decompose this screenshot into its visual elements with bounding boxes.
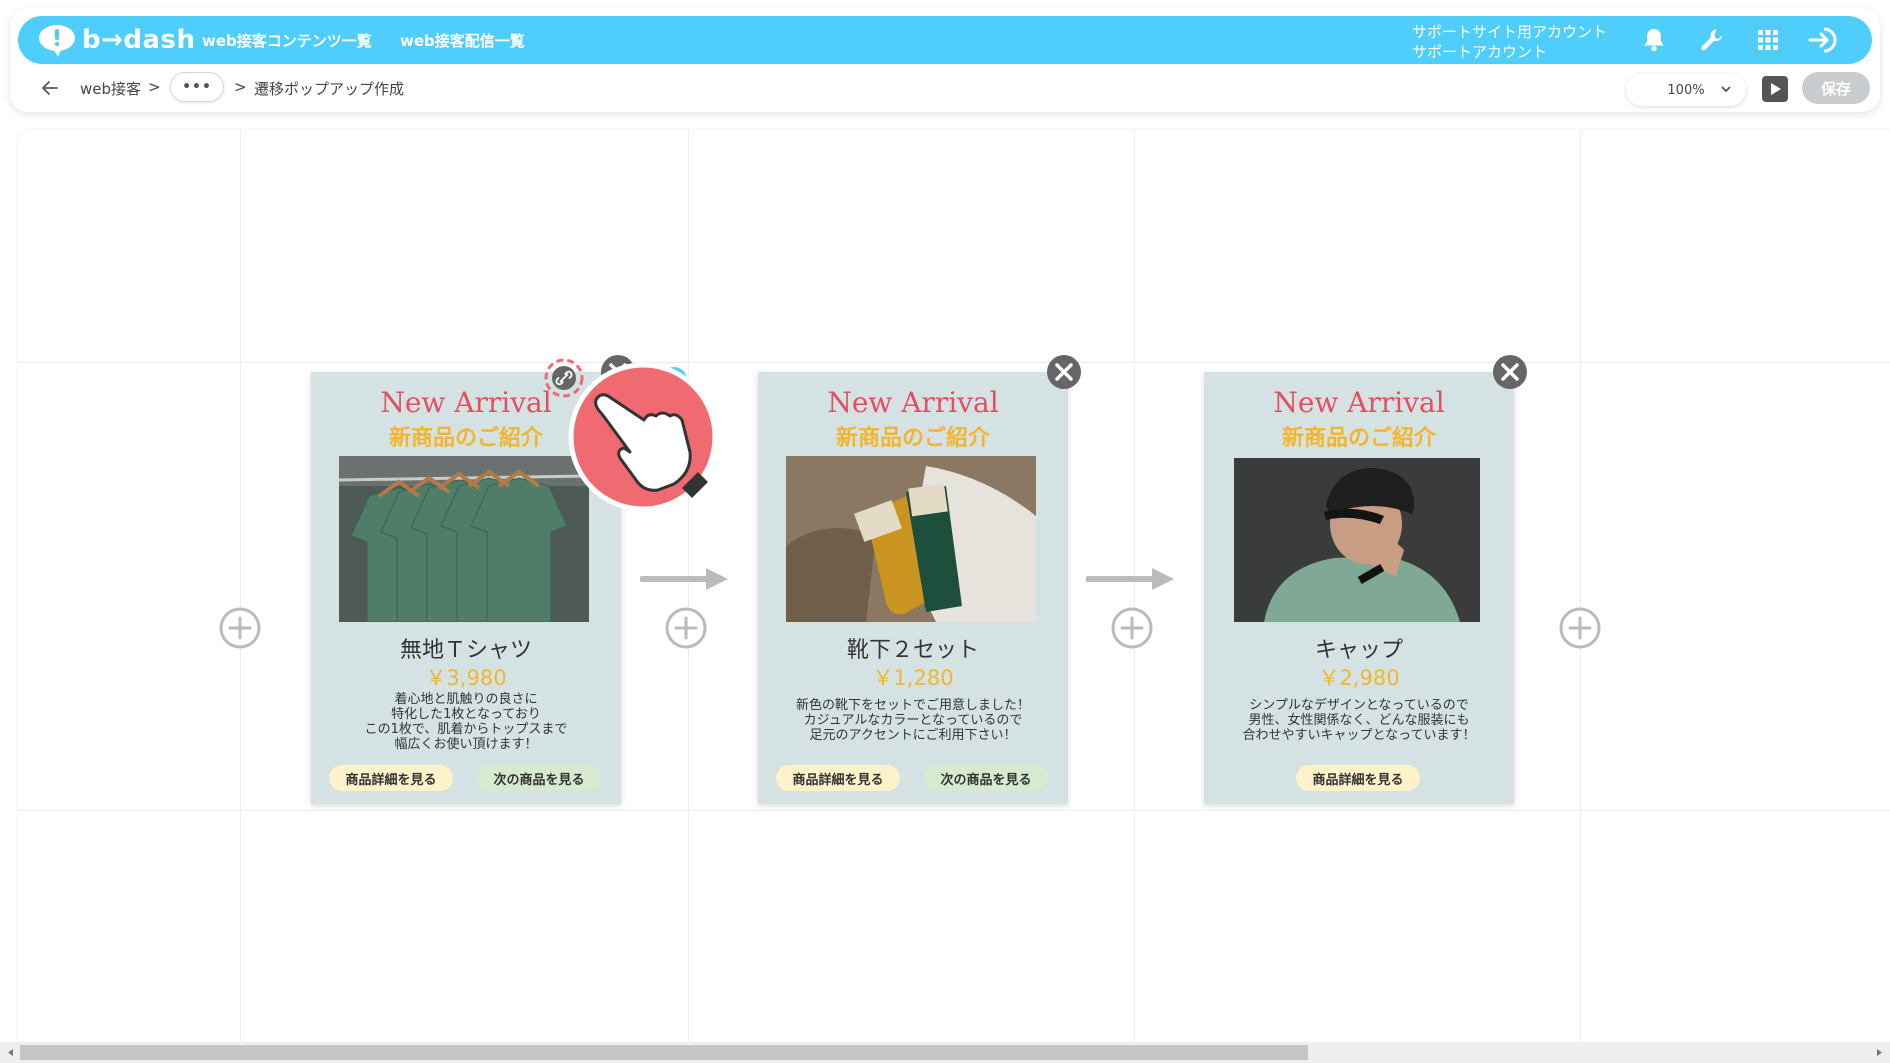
product-detail-button[interactable]: 商品詳細を見る bbox=[329, 765, 453, 791]
breadcrumb-web-engagement[interactable]: web接客 bbox=[80, 78, 141, 99]
product-image-tshirts bbox=[339, 456, 589, 622]
logo[interactable]: b→dash bbox=[38, 20, 196, 60]
product-description: 着心地と肌触りの良さに 特化した1枚となっており この1枚で、肌着からトップスま… bbox=[321, 692, 611, 752]
editor-canvas[interactable]: New Arrival 新商品のご紹介 無地Ｔシャツ ￥3,980 着心地と肌触… bbox=[18, 130, 1890, 1042]
grid-line bbox=[1580, 130, 1581, 1042]
description-line: 合わせやすいキャップとなっています！ bbox=[1242, 728, 1476, 743]
scrollbar-thumb[interactable] bbox=[20, 1045, 1308, 1060]
add-step-icon[interactable] bbox=[1110, 606, 1154, 650]
zoom-select[interactable]: 100% bbox=[1626, 74, 1746, 106]
nav-content-list[interactable]: web接客コンテンツ一覧 bbox=[202, 16, 372, 64]
close-icon[interactable] bbox=[1044, 352, 1084, 392]
nav-delivery-list[interactable]: web接客配信一覧 bbox=[400, 16, 525, 64]
card-title: New Arrival bbox=[1273, 386, 1445, 419]
flow-arrow-icon bbox=[640, 568, 728, 590]
grid-line bbox=[18, 362, 1890, 363]
chevron-down-icon bbox=[1721, 86, 1731, 93]
back-arrow-icon[interactable] bbox=[38, 76, 62, 100]
card-subtitle: 新商品のご紹介 bbox=[1281, 426, 1436, 451]
product-image-cap bbox=[1234, 458, 1480, 622]
breadcrumb-current: 遷移ポップアップ作成 bbox=[254, 80, 405, 98]
hand-pointer-icon bbox=[568, 362, 718, 512]
scroll-left-icon[interactable] bbox=[4, 1045, 18, 1060]
grid-line bbox=[240, 130, 241, 1042]
product-price: ￥1,280 bbox=[872, 666, 954, 690]
add-step-icon[interactable] bbox=[1558, 606, 1602, 650]
top-nav-bar: b→dash web接客コンテンツ一覧 web接客配信一覧 サポートサイト用アカ… bbox=[18, 16, 1872, 64]
next-product-button[interactable]: 次の商品を見る bbox=[477, 765, 601, 791]
product-description: 新色の靴下をセットでご用意しました！ カジュアルなカラーとなっているので 足元の… bbox=[768, 698, 1058, 743]
popup-card[interactable]: New Arrival 新商品のご紹介 キャップ ￥2,980 シンプルなデザイ… bbox=[1204, 372, 1514, 804]
flow-arrow-icon bbox=[1086, 568, 1174, 590]
breadcrumb-bar: web接客 > ••• > 遷移ポップアップ作成 100% 保存 bbox=[10, 64, 1880, 112]
description-line: 新色の靴下をセットでご用意しました！ bbox=[795, 698, 1030, 713]
zoom-value: 100% bbox=[1667, 82, 1705, 98]
product-price: ￥3,980 bbox=[425, 666, 507, 690]
app-root: b→dash web接客コンテンツ一覧 web接客配信一覧 サポートサイト用アカ… bbox=[0, 0, 1890, 1063]
breadcrumb-separator: > bbox=[234, 78, 247, 96]
card-title: New Arrival bbox=[827, 386, 999, 419]
description-line: 足元のアクセントにご利用下さい！ bbox=[809, 728, 1017, 743]
preview-button[interactable] bbox=[1762, 76, 1788, 102]
product-description: シンプルなデザインとなっているので 男性、女性関係なく、どんな服装にも 合わせや… bbox=[1214, 698, 1504, 743]
description-line: 着心地と肌触りの良さに bbox=[394, 692, 538, 707]
wrench-icon[interactable] bbox=[1698, 26, 1726, 54]
card-subtitle: 新商品のご紹介 bbox=[835, 426, 990, 451]
breadcrumb-more-button[interactable]: ••• bbox=[170, 72, 224, 102]
account-line-1: サポートサイト用アカウント bbox=[1412, 23, 1608, 41]
add-step-icon[interactable] bbox=[218, 606, 262, 650]
play-icon bbox=[1771, 83, 1781, 95]
product-name: 無地Ｔシャツ bbox=[399, 638, 532, 663]
product-name: 靴下２セット bbox=[846, 638, 979, 663]
scroll-right-icon[interactable] bbox=[1872, 1045, 1886, 1060]
popup-card[interactable]: New Arrival 新商品のご紹介 靴下２セット ￥1,280 新色の靴下を… bbox=[758, 372, 1068, 804]
logo-text: b→dash bbox=[82, 25, 196, 55]
logout-icon[interactable] bbox=[1808, 26, 1840, 54]
apps-grid-icon[interactable] bbox=[1754, 26, 1782, 54]
save-button[interactable]: 保存 bbox=[1802, 72, 1870, 104]
product-name: キャップ bbox=[1314, 638, 1403, 663]
breadcrumb-separator: > bbox=[148, 78, 161, 96]
description-line: カジュアルなカラーとなっているので bbox=[803, 713, 1023, 728]
description-line: この1枚で、肌着からトップスまで bbox=[364, 722, 568, 737]
bell-icon[interactable] bbox=[1640, 26, 1668, 54]
product-detail-button[interactable]: 商品詳細を見る bbox=[776, 765, 900, 791]
close-icon[interactable] bbox=[1490, 352, 1530, 392]
description-line: 特化した1枚となっており bbox=[391, 707, 541, 722]
account-line-2: サポートアカウント bbox=[1412, 43, 1548, 61]
logo-bubble-icon bbox=[39, 25, 75, 57]
description-line: シンプルなデザインとなっているので bbox=[1249, 698, 1469, 713]
next-product-button[interactable]: 次の商品を見る bbox=[924, 765, 1048, 791]
description-line: 幅広くお使い頂けます！ bbox=[394, 737, 538, 752]
product-detail-button[interactable]: 商品詳細を見る bbox=[1296, 765, 1420, 791]
account-info[interactable]: サポートサイト用アカウント サポートアカウント bbox=[1412, 22, 1607, 62]
description-line: 男性、女性関係なく、どんな服装にも bbox=[1248, 713, 1470, 728]
grid-line bbox=[18, 810, 1890, 811]
product-price: ￥2,980 bbox=[1318, 666, 1400, 690]
product-image-socks bbox=[786, 456, 1036, 622]
add-step-icon[interactable] bbox=[664, 606, 708, 650]
header: b→dash web接客コンテンツ一覧 web接客配信一覧 サポートサイト用アカ… bbox=[10, 8, 1880, 112]
